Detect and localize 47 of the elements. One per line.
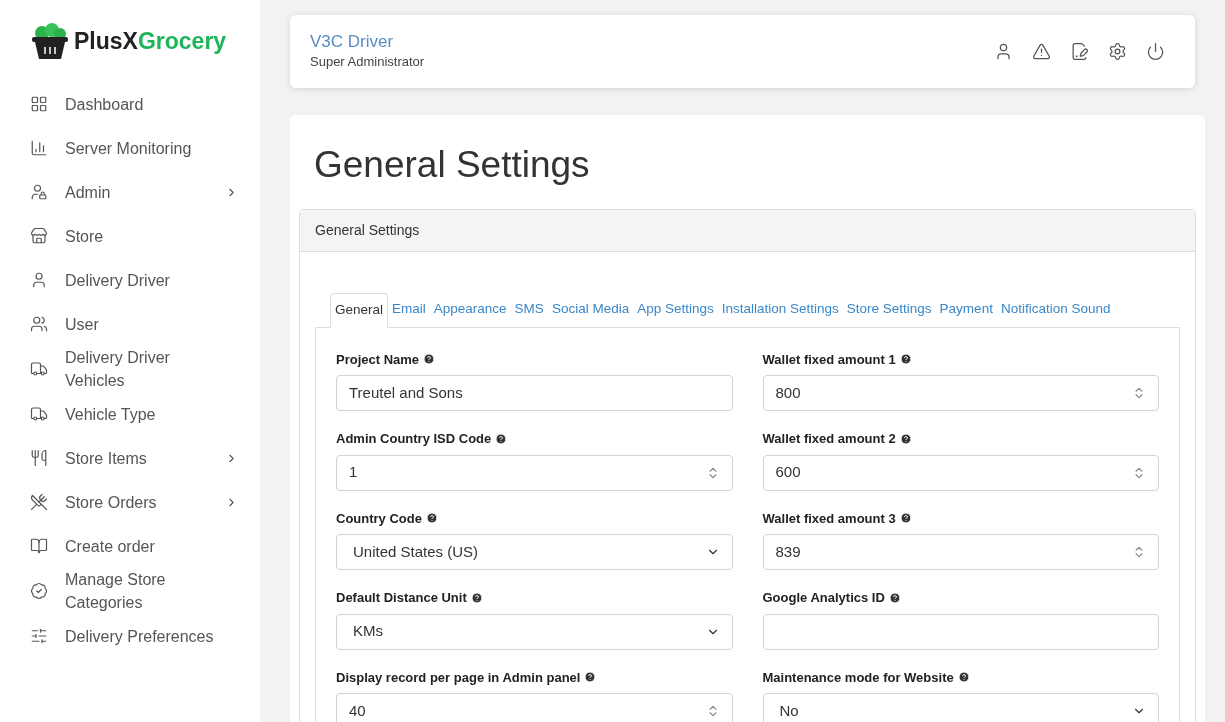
tab[interactable]: SMS bbox=[510, 291, 548, 327]
number-field[interactable]: 839 bbox=[762, 534, 1159, 570]
field-label: Project Name bbox=[336, 350, 420, 369]
field-label: Country Code bbox=[336, 509, 422, 528]
tab[interactable]: Payment bbox=[935, 291, 997, 327]
sidebar-item[interactable]: Store bbox=[30, 214, 246, 258]
number-field[interactable]: 40 bbox=[336, 693, 733, 722]
field-label: Display record per page in Admin panel bbox=[336, 668, 581, 687]
field-label: Wallet fixed amount 1 bbox=[762, 350, 896, 369]
tab[interactable]: App Settings bbox=[633, 291, 718, 327]
number-field[interactable]: 800 bbox=[762, 375, 1159, 411]
tab[interactable]: Social Media bbox=[547, 291, 634, 327]
field-label: Wallet fixed amount 3 bbox=[762, 509, 896, 528]
tab[interactable]: General bbox=[330, 292, 389, 328]
brand-name: PlusXGrocery bbox=[74, 26, 227, 56]
sidebar-item[interactable]: Vehicle Type bbox=[30, 392, 246, 436]
sidebar-item[interactable]: Delivery Preferences bbox=[30, 614, 246, 658]
user-role: Super Administrator bbox=[310, 52, 425, 71]
sidebar-item[interactable]: Admin bbox=[30, 170, 246, 214]
sidebar-item[interactable]: Server Monitoring bbox=[30, 126, 246, 170]
field-label: Wallet fixed amount 2 bbox=[762, 430, 896, 448]
select-field[interactable]: KMs bbox=[336, 613, 733, 650]
input-field[interactable]: Treutel and Sons bbox=[336, 375, 733, 411]
select-field[interactable]: United States (US) bbox=[336, 534, 733, 570]
panel-header: General Settings bbox=[300, 209, 1195, 252]
field-label: Google Analytics ID bbox=[762, 589, 885, 607]
tab[interactable]: Appearance bbox=[429, 291, 511, 327]
tab[interactable]: Notification Sound bbox=[996, 291, 1115, 327]
field-label: Maintenance mode for Website bbox=[762, 668, 954, 687]
select-field[interactable]: No bbox=[762, 693, 1159, 722]
sidebar-item[interactable]: Delivery Driver Vehicles bbox=[30, 346, 246, 392]
page-title: General Settings bbox=[314, 143, 591, 187]
user-name[interactable]: V3C Driver bbox=[310, 31, 425, 52]
sidebar-item[interactable]: Delivery Driver bbox=[30, 258, 246, 302]
number-field[interactable]: 1 bbox=[336, 454, 733, 491]
tab[interactable]: Email bbox=[388, 291, 430, 327]
tab[interactable]: Installation Settings bbox=[717, 291, 843, 327]
sidebar-item[interactable]: Manage Store Categories bbox=[30, 568, 246, 614]
sidebar-item[interactable]: User bbox=[30, 302, 246, 346]
sidebar-item[interactable]: Store Items bbox=[30, 436, 246, 480]
sidebar-item[interactable]: Dashboard bbox=[30, 82, 246, 126]
number-field[interactable]: 600 bbox=[762, 454, 1159, 491]
sidebar-item[interactable]: Store Orders bbox=[30, 480, 246, 524]
sidebar-item[interactable]: Create order bbox=[30, 524, 246, 568]
field-label: Default Distance Unit bbox=[336, 589, 467, 607]
field-label: Admin Country ISD Code bbox=[336, 430, 492, 448]
tab[interactable]: Store Settings bbox=[842, 291, 936, 327]
